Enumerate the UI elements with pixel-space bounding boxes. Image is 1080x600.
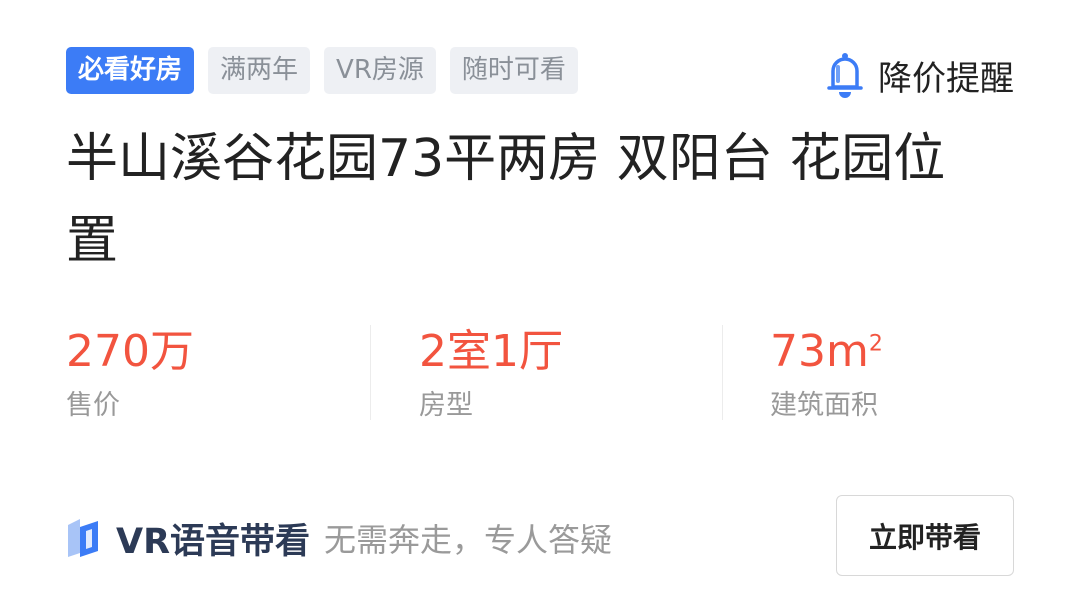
price-drop-alert-label: 降价提醒 [878, 58, 1014, 99]
vr-tour-subtitle: 无需奔走，专人答疑 [324, 521, 613, 559]
stat-price-label: 售价 [66, 390, 120, 421]
vr-guided-tour-bar: VR语音带看 无需奔走，专人答疑 [66, 510, 612, 566]
stat-area-unit: m [826, 326, 869, 377]
stat-price-value: 270万 [66, 326, 194, 377]
stat-price: 270万 售价 [66, 322, 194, 426]
tag-list: 必看好房 满两年 VR房源 随时可看 [66, 47, 578, 94]
stat-layout-label: 房型 [419, 390, 473, 421]
stat-layout: 2室1厅 房型 [419, 322, 563, 426]
bell-icon [827, 53, 863, 98]
stat-layout-value: 2室1厅 [419, 326, 563, 377]
vr-logo-icon [68, 519, 98, 557]
stat-divider [722, 325, 723, 420]
listing-title: 半山溪谷花园73平两房 双阳台 花园位置 [66, 129, 946, 271]
price-drop-alert-button[interactable]: 降价提醒 [826, 48, 1014, 102]
stat-area-label: 建筑面积 [770, 390, 878, 421]
tag-two-years: 满两年 [208, 47, 311, 94]
listing-header-card: 必看好房 满两年 VR房源 随时可看 降价提醒 半山溪谷花园73平两房 双阳台 … [0, 0, 1080, 600]
vr-tour-title: VR语音带看 [116, 521, 311, 562]
tag-viewable-anytime: 随时可看 [449, 47, 578, 94]
tag-vr-listing: VR房源 [324, 47, 436, 94]
start-vr-tour-button[interactable]: 立即带看 [836, 495, 1014, 576]
stat-area-unit-exponent: 2 [868, 331, 883, 357]
stat-area-number: 73 [770, 326, 826, 377]
stat-divider [370, 325, 371, 420]
key-stats: 270万 售价 2室1厅 房型 73m2 建筑面积 [0, 322, 1080, 422]
stat-area-value: 73m2 [770, 322, 883, 382]
tag-must-see: 必看好房 [66, 47, 195, 94]
stat-area: 73m2 建筑面积 [770, 322, 883, 426]
